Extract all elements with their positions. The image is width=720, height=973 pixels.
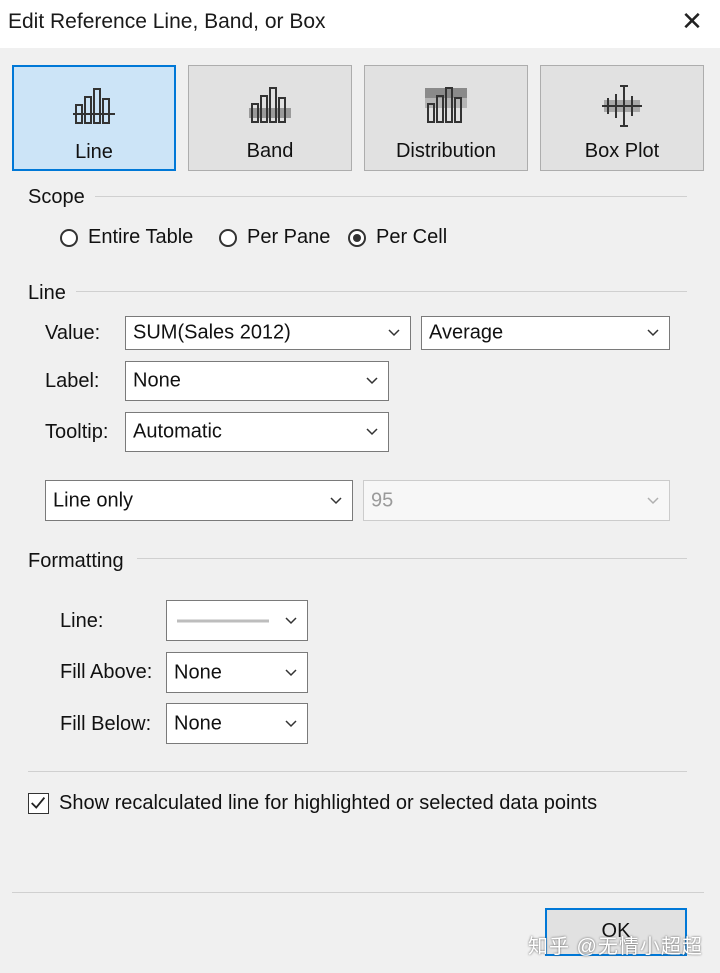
title-bar: Edit Reference Line, Band, or Box ✕ — [0, 0, 720, 48]
box-plot-icon — [602, 85, 642, 127]
scope-entire-table-radio[interactable]: Entire Table — [60, 226, 193, 249]
line-style-swatch — [177, 619, 269, 622]
confidence-select: 95 — [363, 480, 670, 521]
label-label: Label: — [45, 370, 100, 392]
options-divider — [28, 771, 687, 772]
tooltip-select[interactable]: Automatic — [125, 412, 389, 452]
label-select-text: None — [133, 369, 181, 392]
aggregation-select[interactable]: Average — [421, 316, 670, 350]
scope-per-pane-radio[interactable]: Per Pane — [219, 226, 330, 249]
distribution-icon — [425, 87, 467, 123]
distribution-type-label: Distribution — [395, 140, 497, 162]
value-field-select[interactable]: SUM(Sales 2012) — [125, 316, 411, 350]
line-type-label: Line — [75, 141, 113, 163]
checkbox-box — [28, 793, 49, 814]
tooltip-label: Tooltip: — [45, 421, 109, 443]
chevron-down-icon — [285, 719, 297, 727]
value-field-text: SUM(Sales 2012) — [133, 321, 291, 344]
chevron-down-icon — [330, 496, 342, 504]
watermark: 知乎 @无情小超超 — [528, 936, 703, 958]
chevron-down-icon — [285, 616, 297, 624]
tooltip-select-text: Automatic — [133, 420, 222, 443]
scope-per-cell-radio[interactable]: Per Cell — [348, 226, 447, 249]
band-icon — [249, 87, 291, 123]
show-recalculated-checkbox[interactable]: Show recalculated line for highlighted o… — [28, 792, 597, 815]
radio-circle — [219, 228, 237, 247]
chevron-down-icon — [388, 329, 400, 337]
chevron-down-icon — [647, 496, 659, 504]
line-format-select[interactable] — [166, 600, 308, 641]
chevron-down-icon — [285, 668, 297, 676]
scope-heading: Scope — [28, 186, 85, 208]
close-icon: ✕ — [681, 6, 703, 36]
band-type-button[interactable]: Band — [188, 65, 352, 171]
fill-above-text: None — [174, 661, 222, 683]
formatting-divider — [137, 558, 687, 559]
line-mode-text: Line only — [53, 489, 134, 511]
footer-divider — [12, 892, 704, 893]
confidence-text: 95 — [371, 489, 394, 511]
scope-divider — [95, 196, 687, 197]
line-type-button[interactable]: Line — [12, 65, 176, 171]
line-icon — [73, 88, 115, 124]
fill-above-select[interactable]: None — [166, 652, 308, 693]
checkmark-icon — [31, 797, 46, 809]
label-select[interactable]: None — [125, 361, 389, 401]
line-heading: Line — [28, 282, 66, 304]
radio-circle — [60, 228, 78, 247]
distribution-type-button[interactable]: Distribution — [364, 65, 528, 171]
line-mode-select[interactable]: Line only — [45, 480, 353, 521]
fill-below-text: None — [174, 712, 222, 734]
value-label: Value: — [45, 322, 101, 344]
chevron-down-icon — [647, 329, 659, 337]
radio-label: Per Cell — [376, 226, 448, 248]
box-plot-type-label: Box Plot — [584, 140, 660, 162]
dialog-title: Edit Reference Line, Band, or Box — [8, 10, 326, 33]
line-divider — [76, 291, 687, 292]
radio-label: Entire Table — [88, 226, 194, 248]
line-format-label: Line: — [60, 610, 104, 632]
box-plot-type-button[interactable]: Box Plot — [540, 65, 704, 171]
chevron-down-icon — [366, 377, 378, 385]
radio-label: Per Pane — [247, 226, 331, 248]
aggregation-text: Average — [429, 321, 504, 344]
fill-below-label: Fill Below: — [60, 713, 152, 735]
fill-below-select[interactable]: None — [166, 703, 308, 744]
formatting-heading: Formatting — [28, 550, 124, 572]
close-button[interactable]: ✕ — [678, 8, 706, 36]
radio-circle-checked — [348, 228, 366, 247]
chevron-down-icon — [366, 428, 378, 436]
band-type-label: Band — [246, 140, 294, 162]
show-recalculated-label: Show recalculated line for highlighted o… — [59, 792, 598, 814]
fill-above-label: Fill Above: — [60, 661, 153, 683]
